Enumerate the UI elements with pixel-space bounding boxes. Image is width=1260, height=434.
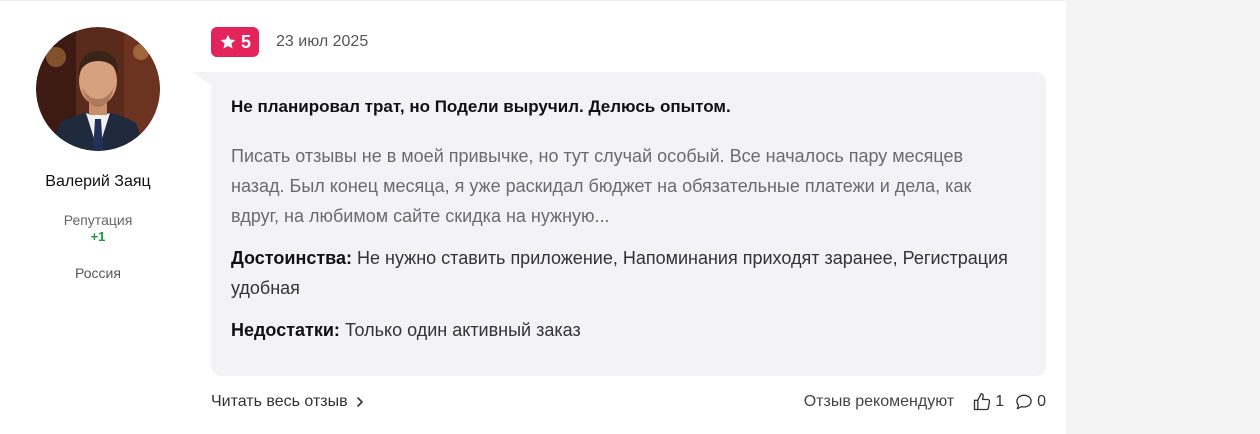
star-icon <box>220 34 236 49</box>
comments-button[interactable]: 0 <box>1014 392 1046 412</box>
bubble-tail <box>192 72 212 86</box>
thumbs-up-icon <box>974 393 991 411</box>
review-header: 5 23 июл 2025 <box>211 27 368 57</box>
author-name[interactable]: Валерий Заяц <box>18 173 178 191</box>
review-title[interactable]: Не планировал трат, но Подели выручил. Д… <box>231 96 1026 118</box>
rating-badge: 5 <box>211 27 260 57</box>
cons-label: Недостатки: <box>231 320 340 340</box>
review-pros: Достоинства: Не нужно ставить приложение… <box>231 243 1026 303</box>
cons-text: Только один активный заказ <box>344 320 581 340</box>
review-card: Валерий Заяц Репутация +1 Россия 5 23 ию… <box>0 0 1066 434</box>
review-date: 23 июл 2025 <box>276 33 369 50</box>
recommend-label: Отзыв рекомендуют <box>803 393 955 410</box>
author-country: Россия <box>75 265 121 281</box>
rating-value: 5 <box>241 31 252 52</box>
reputation-value: +1 <box>90 229 106 244</box>
review-cons: Недостатки: Только один активный заказ <box>231 315 1026 345</box>
avatar[interactable] <box>36 27 160 151</box>
read-full-review-link[interactable]: Читать весь отзыв <box>211 393 364 411</box>
reputation-label: Репутация <box>63 212 133 228</box>
read-more-label: Читать весь отзыв <box>211 393 348 410</box>
review-text: Писать отзывы не в моей привычке, но тут… <box>231 146 972 226</box>
comments-count: 0 <box>1037 393 1046 410</box>
likes-count: 1 <box>995 393 1005 410</box>
like-button[interactable]: 1 <box>972 392 1004 412</box>
author-panel: Валерий Заяц Репутация +1 Россия <box>18 27 178 281</box>
chevron-right-icon <box>356 397 363 407</box>
comment-icon <box>1016 394 1032 410</box>
review-footer: Читать весь отзыв Отзыв рекомендуют 1 0 <box>211 389 1046 415</box>
review-actions: Отзыв рекомендуют 1 0 <box>804 392 1046 412</box>
review-body: Не планировал трат, но Подели выручил. Д… <box>211 72 1046 376</box>
pros-label: Достоинства: <box>231 248 352 268</box>
